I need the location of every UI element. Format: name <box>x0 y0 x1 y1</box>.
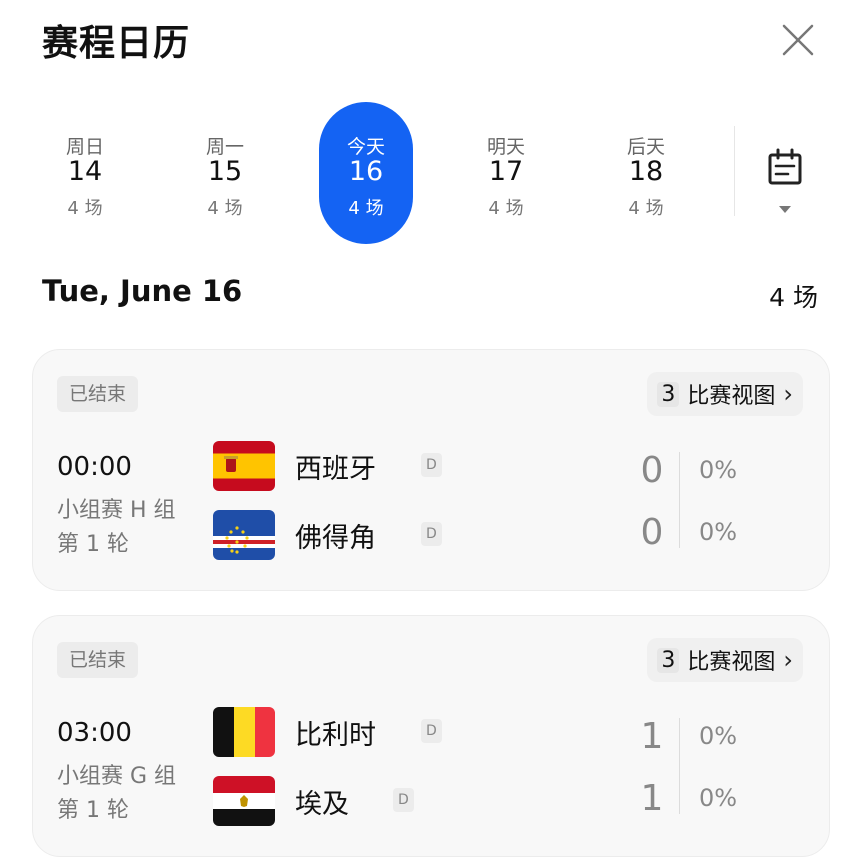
calendar-icon[interactable] <box>762 148 808 188</box>
date-tab-day: 15 <box>207 156 243 187</box>
date-tab-count: 4 场 <box>628 198 664 219</box>
match-round: 第 1 轮 <box>57 798 129 823</box>
date-tab-16-today[interactable]: 今天 16 4 场 <box>319 102 413 244</box>
date-strip-divider <box>734 126 735 216</box>
date-tab-day: 14 <box>67 156 103 187</box>
match-stage: 小组赛 G 组 第 1 轮 <box>57 760 176 828</box>
team-tag: D <box>421 453 442 477</box>
score-divider <box>679 452 680 548</box>
match-stage: 小组赛 H 组 第 1 轮 <box>57 494 176 562</box>
date-tab-weekday: 后天 <box>626 136 665 158</box>
match-card[interactable]: 已结束 3 比赛视图 › 00:00 小组赛 H 组 第 1 轮 西班牙 D 佛… <box>32 349 830 591</box>
date-tab-count: 4 场 <box>348 198 384 219</box>
team-percent: 0% <box>699 456 738 484</box>
date-tab-day: 16 <box>348 156 384 187</box>
belgium-flag-icon <box>213 707 275 757</box>
match-group: 小组赛 H 组 <box>57 498 176 523</box>
team-percent: 0% <box>699 722 738 750</box>
match-view-count: 3 <box>657 647 680 673</box>
match-time: 03:00 <box>57 718 132 748</box>
team-name: 比利时 <box>295 720 376 751</box>
team-score: 0 <box>640 450 664 491</box>
date-tab-15[interactable]: 周一 15 4 场 <box>178 102 272 244</box>
page-title: 赛程日历 <box>42 23 191 64</box>
date-tab-count: 4 场 <box>488 198 524 219</box>
team-name: 埃及 <box>295 789 349 820</box>
match-round: 第 1 轮 <box>57 532 129 557</box>
close-icon[interactable] <box>778 20 818 60</box>
team-percent: 0% <box>699 784 738 812</box>
date-tab-count: 4 场 <box>207 198 243 219</box>
date-tab-day: 18 <box>628 156 664 187</box>
match-group: 小组赛 G 组 <box>57 764 177 789</box>
close-button[interactable] <box>778 20 818 60</box>
date-tab-18[interactable]: 后天 18 4 场 <box>599 102 693 244</box>
team-tag: D <box>421 522 442 546</box>
match-view-label: 比赛视图 <box>687 384 776 409</box>
date-tab-17[interactable]: 明天 17 4 场 <box>459 102 553 244</box>
match-status-badge: 已结束 <box>57 642 139 678</box>
date-tab-weekday: 今天 <box>346 136 385 158</box>
chevron-right-icon: › <box>783 646 793 674</box>
match-view-label: 比赛视图 <box>687 650 776 675</box>
team-name: 西班牙 <box>295 454 376 485</box>
date-tab-count: 4 场 <box>67 198 103 219</box>
date-tab-weekday: 周一 <box>205 136 244 158</box>
match-view-button[interactable]: 3 比赛视图 › <box>647 372 803 416</box>
caret-down-icon[interactable] <box>762 202 808 222</box>
date-tab-weekday: 明天 <box>486 136 525 158</box>
team-score: 0 <box>640 512 664 553</box>
match-view-count: 3 <box>657 381 680 407</box>
team-name: 佛得角 <box>295 523 376 554</box>
score-divider <box>679 718 680 814</box>
date-tab-day: 17 <box>488 156 524 187</box>
team-tag: D <box>421 719 442 743</box>
chevron-right-icon: › <box>783 380 793 408</box>
match-card[interactable]: 已结束 3 比赛视图 › 03:00 小组赛 G 组 第 1 轮 比利时 D 埃… <box>32 615 830 857</box>
egypt-flag-icon <box>213 776 275 826</box>
spain-flag-icon <box>213 441 275 491</box>
calendar-picker-button[interactable] <box>762 148 808 218</box>
team-percent: 0% <box>699 518 738 546</box>
date-tab-weekday: 周日 <box>65 136 104 158</box>
match-time: 00:00 <box>57 452 132 482</box>
selected-date-match-count: 4 场 <box>769 283 818 312</box>
match-view-button[interactable]: 3 比赛视图 › <box>647 638 803 682</box>
cape-verde-flag-icon <box>213 510 275 560</box>
team-score: 1 <box>640 778 664 819</box>
team-tag: D <box>393 788 414 812</box>
date-tab-14[interactable]: 周日 14 4 场 <box>38 102 132 244</box>
match-status-badge: 已结束 <box>57 376 139 412</box>
selected-date-heading: Tue, June 16 <box>42 274 243 308</box>
team-score: 1 <box>640 716 664 757</box>
